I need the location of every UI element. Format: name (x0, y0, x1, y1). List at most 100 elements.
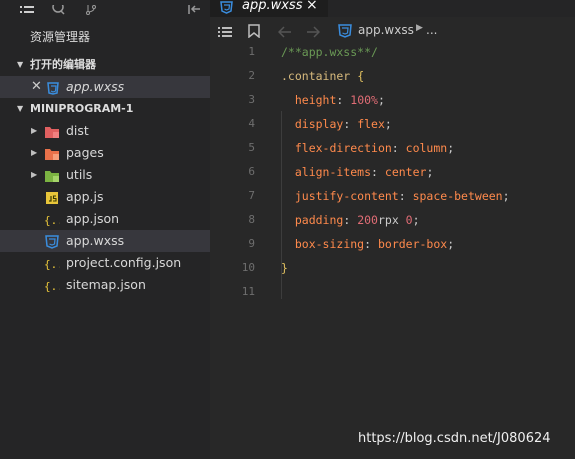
code-line[interactable]: 3 height: 100%; (210, 88, 575, 112)
code-line[interactable]: 5 flex-direction: column; (210, 136, 575, 160)
open-editors-header[interactable]: ▼ 打开的编辑器 (0, 55, 210, 75)
code-token: display (294, 117, 344, 131)
json-file-icon: {..} (44, 256, 71, 271)
code-text: padding: 200rpx 0; (281, 208, 420, 232)
tree-item-app-js[interactable]: app.js (0, 186, 210, 208)
tree-item-project-config[interactable]: {..} project.config.json (0, 252, 210, 274)
tree-item-label: app.json (66, 211, 120, 226)
line-number: 8 (248, 213, 255, 226)
svg-text:{..}: {..} (44, 280, 60, 293)
json-file-icon: {..} (44, 212, 71, 227)
code-token: ; (447, 141, 455, 155)
tab-label: app.wxss (242, 0, 303, 13)
code-token: 0 (405, 213, 413, 227)
chevron-down-icon: ▼ (17, 104, 24, 113)
tree-item-utils[interactable]: ▶ utils (0, 164, 210, 186)
code-token: : (343, 117, 358, 131)
code-token: ; (384, 117, 392, 131)
tree-item-label: app.wxss (66, 233, 125, 248)
code-token: padding (294, 213, 344, 227)
code-token: .container (281, 69, 351, 83)
line-number: 5 (248, 141, 255, 154)
chevron-right-icon: ▶ (416, 23, 423, 33)
open-editors-label: 打开的编辑器 (30, 58, 96, 71)
open-editor-label: app.wxss (66, 79, 125, 94)
svg-text:{..}: {..} (44, 258, 60, 271)
chevron-down-icon: ▼ (17, 60, 24, 69)
code-token: flex-direction (294, 141, 392, 155)
explorer-icon[interactable] (20, 0, 36, 13)
js-file-icon (44, 190, 60, 204)
code-token: ; (377, 93, 385, 107)
code-line[interactable]: 1 /**app.wxss**/ (210, 40, 575, 64)
chevron-right-icon: ▶ (31, 148, 38, 157)
collapse-panel-icon[interactable] (187, 0, 203, 14)
chevron-right-icon: ▶ (31, 126, 38, 135)
close-icon[interactable]: ✕ (31, 76, 42, 98)
code-line[interactable]: 6 align-items: center; (210, 160, 575, 184)
code-token: height (294, 93, 337, 107)
line-number: 4 (248, 117, 255, 130)
code-text: /**app.wxss**/ (281, 40, 378, 64)
project-label: MINIPROGRAM-1 (30, 102, 134, 115)
tree-item-dist[interactable]: ▶ dist (0, 120, 210, 142)
editor-area: app.wxss × app.wxss ▶ ... 1 /**app.wxss**… (210, 0, 575, 459)
tree-item-label: project.config.json (66, 255, 182, 270)
code-token: space-between (412, 189, 503, 203)
breadcrumb-more[interactable]: ... (426, 23, 437, 37)
folder-green-icon (44, 168, 60, 182)
css-file-icon (46, 80, 60, 95)
code-token: column (405, 141, 448, 155)
code-token: ; (502, 189, 510, 203)
sidebar: 资源管理器 ▼ 打开的编辑器 ✕ app.wxss ▼ MINIPROGRAM-… (0, 0, 210, 459)
code-token: 200 (357, 213, 378, 227)
line-number: 10 (241, 261, 255, 274)
breadcrumb-file[interactable]: app.wxss (358, 23, 414, 37)
tab-app-wxss[interactable]: app.wxss × (210, 0, 328, 17)
code-token: ; (447, 237, 455, 251)
code-token: : (371, 165, 385, 179)
code-line[interactable]: 2 .container { (210, 64, 575, 88)
code-token: box-sizing (294, 237, 365, 251)
tree-item-app-wxss[interactable]: app.wxss (0, 230, 210, 252)
code-token: center (384, 165, 427, 179)
tree-item-sitemap[interactable]: {..} sitemap.json (0, 274, 210, 296)
code-text: justify-content: space-between; (281, 184, 510, 208)
tree-item-label: app.js (66, 189, 104, 204)
css-file-icon (338, 23, 352, 38)
json-file-icon: {..} (44, 278, 71, 293)
source-control-icon[interactable] (84, 0, 100, 15)
svg-text:{..}: {..} (44, 214, 60, 227)
code-line[interactable]: 9 box-sizing: border-box; (210, 232, 575, 256)
tree-item-label: sitemap.json (66, 277, 146, 292)
tree-item-app-json[interactable]: {..} app.json (0, 208, 210, 230)
tab-bar: app.wxss × (210, 0, 575, 17)
search-icon[interactable] (52, 0, 68, 15)
code-token: : (391, 141, 406, 155)
code-line[interactable]: 4 display: flex; (210, 112, 575, 136)
tree-item-pages[interactable]: ▶ pages (0, 142, 210, 164)
line-number: 3 (248, 93, 255, 106)
code-text: flex-direction: column; (281, 136, 454, 160)
code-line[interactable]: 8 padding: 200rpx 0; (210, 208, 575, 232)
code-line[interactable]: 11 (210, 280, 575, 304)
code-token: ; (412, 213, 420, 227)
code-line[interactable]: 10} (210, 256, 575, 280)
line-number: 9 (248, 237, 255, 250)
code-token: } (281, 261, 288, 275)
tree-item-label: dist (66, 123, 89, 138)
project-header[interactable]: ▼ MINIPROGRAM-1 (0, 99, 210, 119)
css-file-icon (44, 234, 60, 249)
code-token: /**app.wxss**/ (281, 45, 378, 59)
close-icon[interactable]: × (306, 0, 318, 13)
tree-item-label: pages (66, 145, 104, 160)
line-number: 2 (248, 69, 255, 82)
open-editor-item[interactable]: ✕ app.wxss (0, 76, 210, 98)
watermark: https://blog.csdn.net/J080624 (358, 431, 551, 446)
code-line[interactable]: 7 justify-content: space-between; (210, 184, 575, 208)
